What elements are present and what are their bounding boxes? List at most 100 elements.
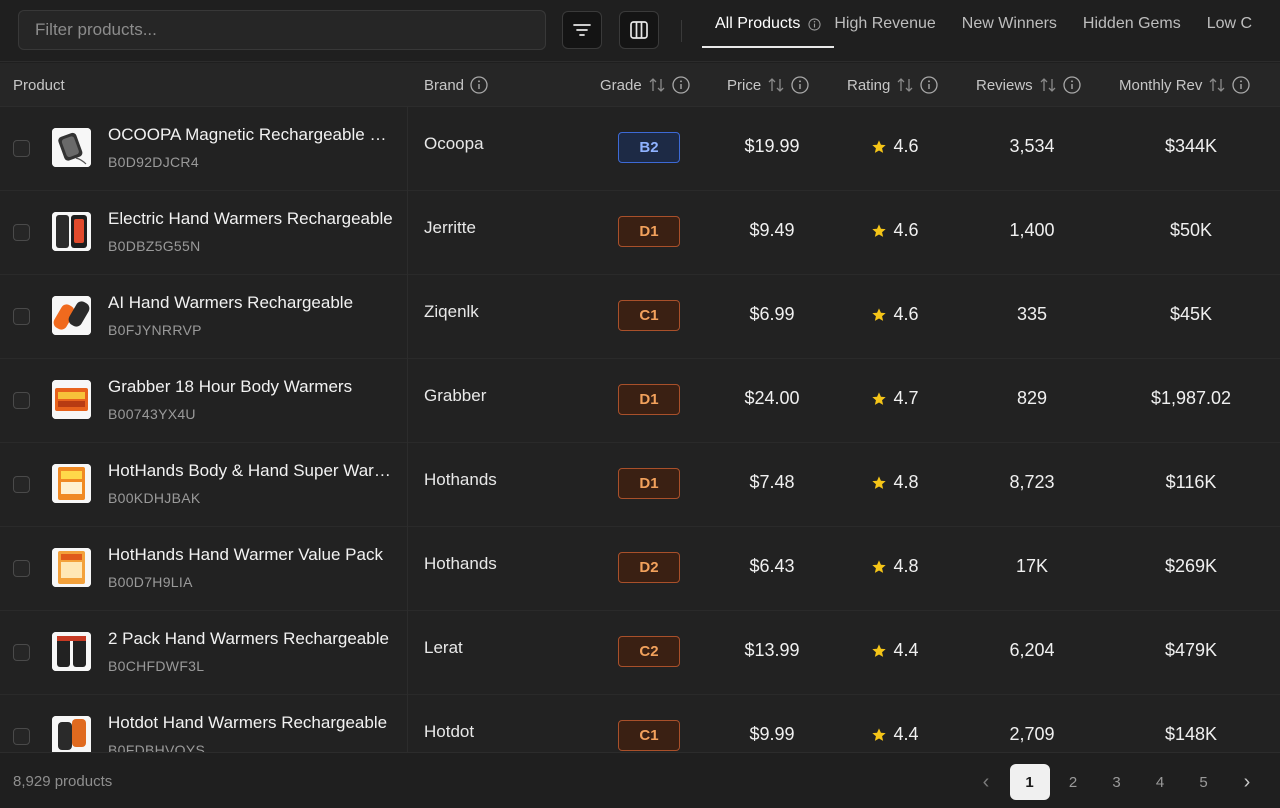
- header-product[interactable]: Product: [13, 63, 65, 107]
- brand-cell: Ziqenlk: [424, 302, 479, 321]
- product-cell: OCOOPA Magnetic Rechargeable Hand Warmer…: [0, 107, 408, 191]
- table-row[interactable]: HotHands Hand Warmer Value Pack B00D7H9L…: [0, 527, 1280, 611]
- price-cell: $7.48: [749, 472, 795, 492]
- product-name[interactable]: Hotdot Hand Warmers Rechargeable: [108, 713, 393, 733]
- row-checkbox[interactable]: [13, 644, 30, 661]
- tab-label: All Products: [715, 15, 801, 32]
- page-button-1[interactable]: 1: [1009, 764, 1050, 800]
- product-name[interactable]: 2 Pack Hand Warmers Rechargeable: [108, 629, 393, 649]
- columns-icon: [630, 21, 648, 39]
- product-thumbnail[interactable]: [52, 716, 91, 752]
- sort-icon[interactable]: [1039, 76, 1057, 94]
- info-icon[interactable]: [791, 76, 809, 94]
- star-icon: [872, 475, 887, 489]
- page-button-3[interactable]: 3: [1097, 764, 1137, 800]
- header-label: Monthly Rev: [1119, 76, 1203, 94]
- rating-value: 4.6: [893, 136, 919, 156]
- row-checkbox[interactable]: [13, 560, 30, 577]
- star-icon: [872, 643, 887, 657]
- revenue-cell: $269K: [1164, 556, 1218, 576]
- header-brand[interactable]: Brand: [424, 63, 488, 107]
- product-thumbnail[interactable]: [52, 128, 91, 167]
- columns-button[interactable]: [619, 11, 659, 49]
- product-cell: Grabber 18 Hour Body Warmers B00743YX4U: [0, 359, 408, 443]
- filter-lines-icon: [573, 24, 591, 36]
- row-checkbox[interactable]: [13, 140, 30, 157]
- product-thumbnail[interactable]: [52, 548, 91, 587]
- info-icon[interactable]: [920, 76, 939, 94]
- product-name[interactable]: Electric Hand Warmers Rechargeable: [108, 209, 393, 229]
- rating-cell: 4.6: [832, 304, 958, 325]
- product-name[interactable]: AI Hand Warmers Rechargeable: [108, 293, 393, 313]
- sort-icon[interactable]: [648, 76, 666, 94]
- header-monthly-rev[interactable]: Monthly Rev: [1119, 63, 1251, 107]
- table-row[interactable]: OCOOPA Magnetic Rechargeable Hand Warmer…: [0, 107, 1280, 191]
- revenue-cell: $344K: [1164, 136, 1218, 156]
- sort-icon[interactable]: [896, 76, 914, 94]
- row-checkbox[interactable]: [13, 224, 30, 241]
- product-thumbnail[interactable]: [52, 212, 91, 251]
- info-icon[interactable]: [672, 76, 690, 94]
- tab-new-winners[interactable]: New Winners: [949, 0, 1070, 48]
- product-name[interactable]: OCOOPA Magnetic Rechargeable Hand Warmer…: [108, 125, 393, 145]
- rating-cell: 4.6: [832, 220, 958, 241]
- page-button-2[interactable]: 2: [1053, 764, 1093, 800]
- table-header: Product Brand Grade Price Rating Reviews: [0, 63, 1280, 107]
- info-icon[interactable]: [470, 76, 488, 94]
- product-thumbnail[interactable]: [52, 464, 91, 503]
- price-cell: $13.99: [744, 640, 800, 660]
- product-asin: B0D92DJCR4: [108, 154, 199, 170]
- reviews-cell: 1,400: [1009, 220, 1055, 240]
- sort-icon[interactable]: [1208, 76, 1226, 94]
- table-row[interactable]: Electric Hand Warmers Rechargeable B0DBZ…: [0, 191, 1280, 275]
- header-grade[interactable]: Grade: [600, 63, 690, 107]
- row-checkbox[interactable]: [13, 728, 30, 745]
- table-row[interactable]: Grabber 18 Hour Body Warmers B00743YX4U …: [0, 359, 1280, 443]
- table-row[interactable]: Hotdot Hand Warmers Rechargeable B0FDBHV…: [0, 695, 1280, 752]
- info-icon[interactable]: [1063, 76, 1081, 94]
- grade-badge: D1: [618, 216, 680, 247]
- product-thumbnail[interactable]: [52, 380, 91, 419]
- page-button-5[interactable]: 5: [1184, 764, 1224, 800]
- price-cell: $19.99: [744, 136, 800, 156]
- header-reviews[interactable]: Reviews: [976, 63, 1081, 107]
- product-cell: AI Hand Warmers Rechargeable B0FJYNRRVP: [0, 275, 408, 359]
- row-checkbox[interactable]: [13, 392, 30, 409]
- filter-input[interactable]: [18, 10, 546, 50]
- table-row[interactable]: HotHands Body & Hand Super Warmers B00KD…: [0, 443, 1280, 527]
- info-icon[interactable]: [1232, 76, 1251, 94]
- tab-label: Low C: [1206, 15, 1253, 32]
- tab-high-revenue[interactable]: High Revenue: [834, 0, 948, 48]
- table-row[interactable]: 2 Pack Hand Warmers Rechargeable B0CHFDW…: [0, 611, 1280, 695]
- rating-value: 4.4: [893, 640, 919, 660]
- row-checkbox[interactable]: [13, 476, 30, 493]
- product-thumbnail[interactable]: [52, 632, 91, 671]
- header-rating[interactable]: Rating: [847, 63, 939, 107]
- product-asin: B00D7H9LIA: [108, 574, 193, 590]
- row-checkbox[interactable]: [13, 308, 30, 325]
- price-cell: $6.43: [749, 556, 795, 576]
- product-thumbnail[interactable]: [52, 296, 91, 335]
- rating-cell: 4.8: [832, 472, 958, 493]
- product-name[interactable]: HotHands Body & Hand Super Warmers: [108, 461, 393, 481]
- prev-page-button[interactable]: ‹: [966, 764, 1006, 800]
- product-name[interactable]: HotHands Hand Warmer Value Pack: [108, 545, 393, 565]
- reviews-cell: 2,709: [1009, 724, 1055, 744]
- product-count: 8,929 products: [13, 773, 113, 790]
- product-name[interactable]: Grabber 18 Hour Body Warmers: [108, 377, 393, 397]
- reviews-cell: 335: [1016, 304, 1048, 324]
- revenue-cell: $479K: [1164, 640, 1218, 660]
- tab-all-products[interactable]: All Products: [702, 0, 835, 48]
- revenue-cell: $1,987.02: [1150, 388, 1232, 408]
- tab-hidden-gems[interactable]: Hidden Gems: [1070, 0, 1194, 48]
- table-row[interactable]: AI Hand Warmers Rechargeable B0FJYNRRVP …: [0, 275, 1280, 359]
- sort-icon[interactable]: [767, 76, 785, 94]
- rating-value: 4.7: [893, 388, 919, 408]
- rating-value: 4.8: [893, 556, 919, 576]
- filter-button[interactable]: [562, 11, 602, 49]
- star-icon: [872, 139, 887, 153]
- header-price[interactable]: Price: [727, 63, 809, 107]
- page-button-4[interactable]: 4: [1140, 764, 1180, 800]
- next-page-button[interactable]: ›: [1227, 764, 1267, 800]
- tab-low-c[interactable]: Low C: [1194, 0, 1265, 48]
